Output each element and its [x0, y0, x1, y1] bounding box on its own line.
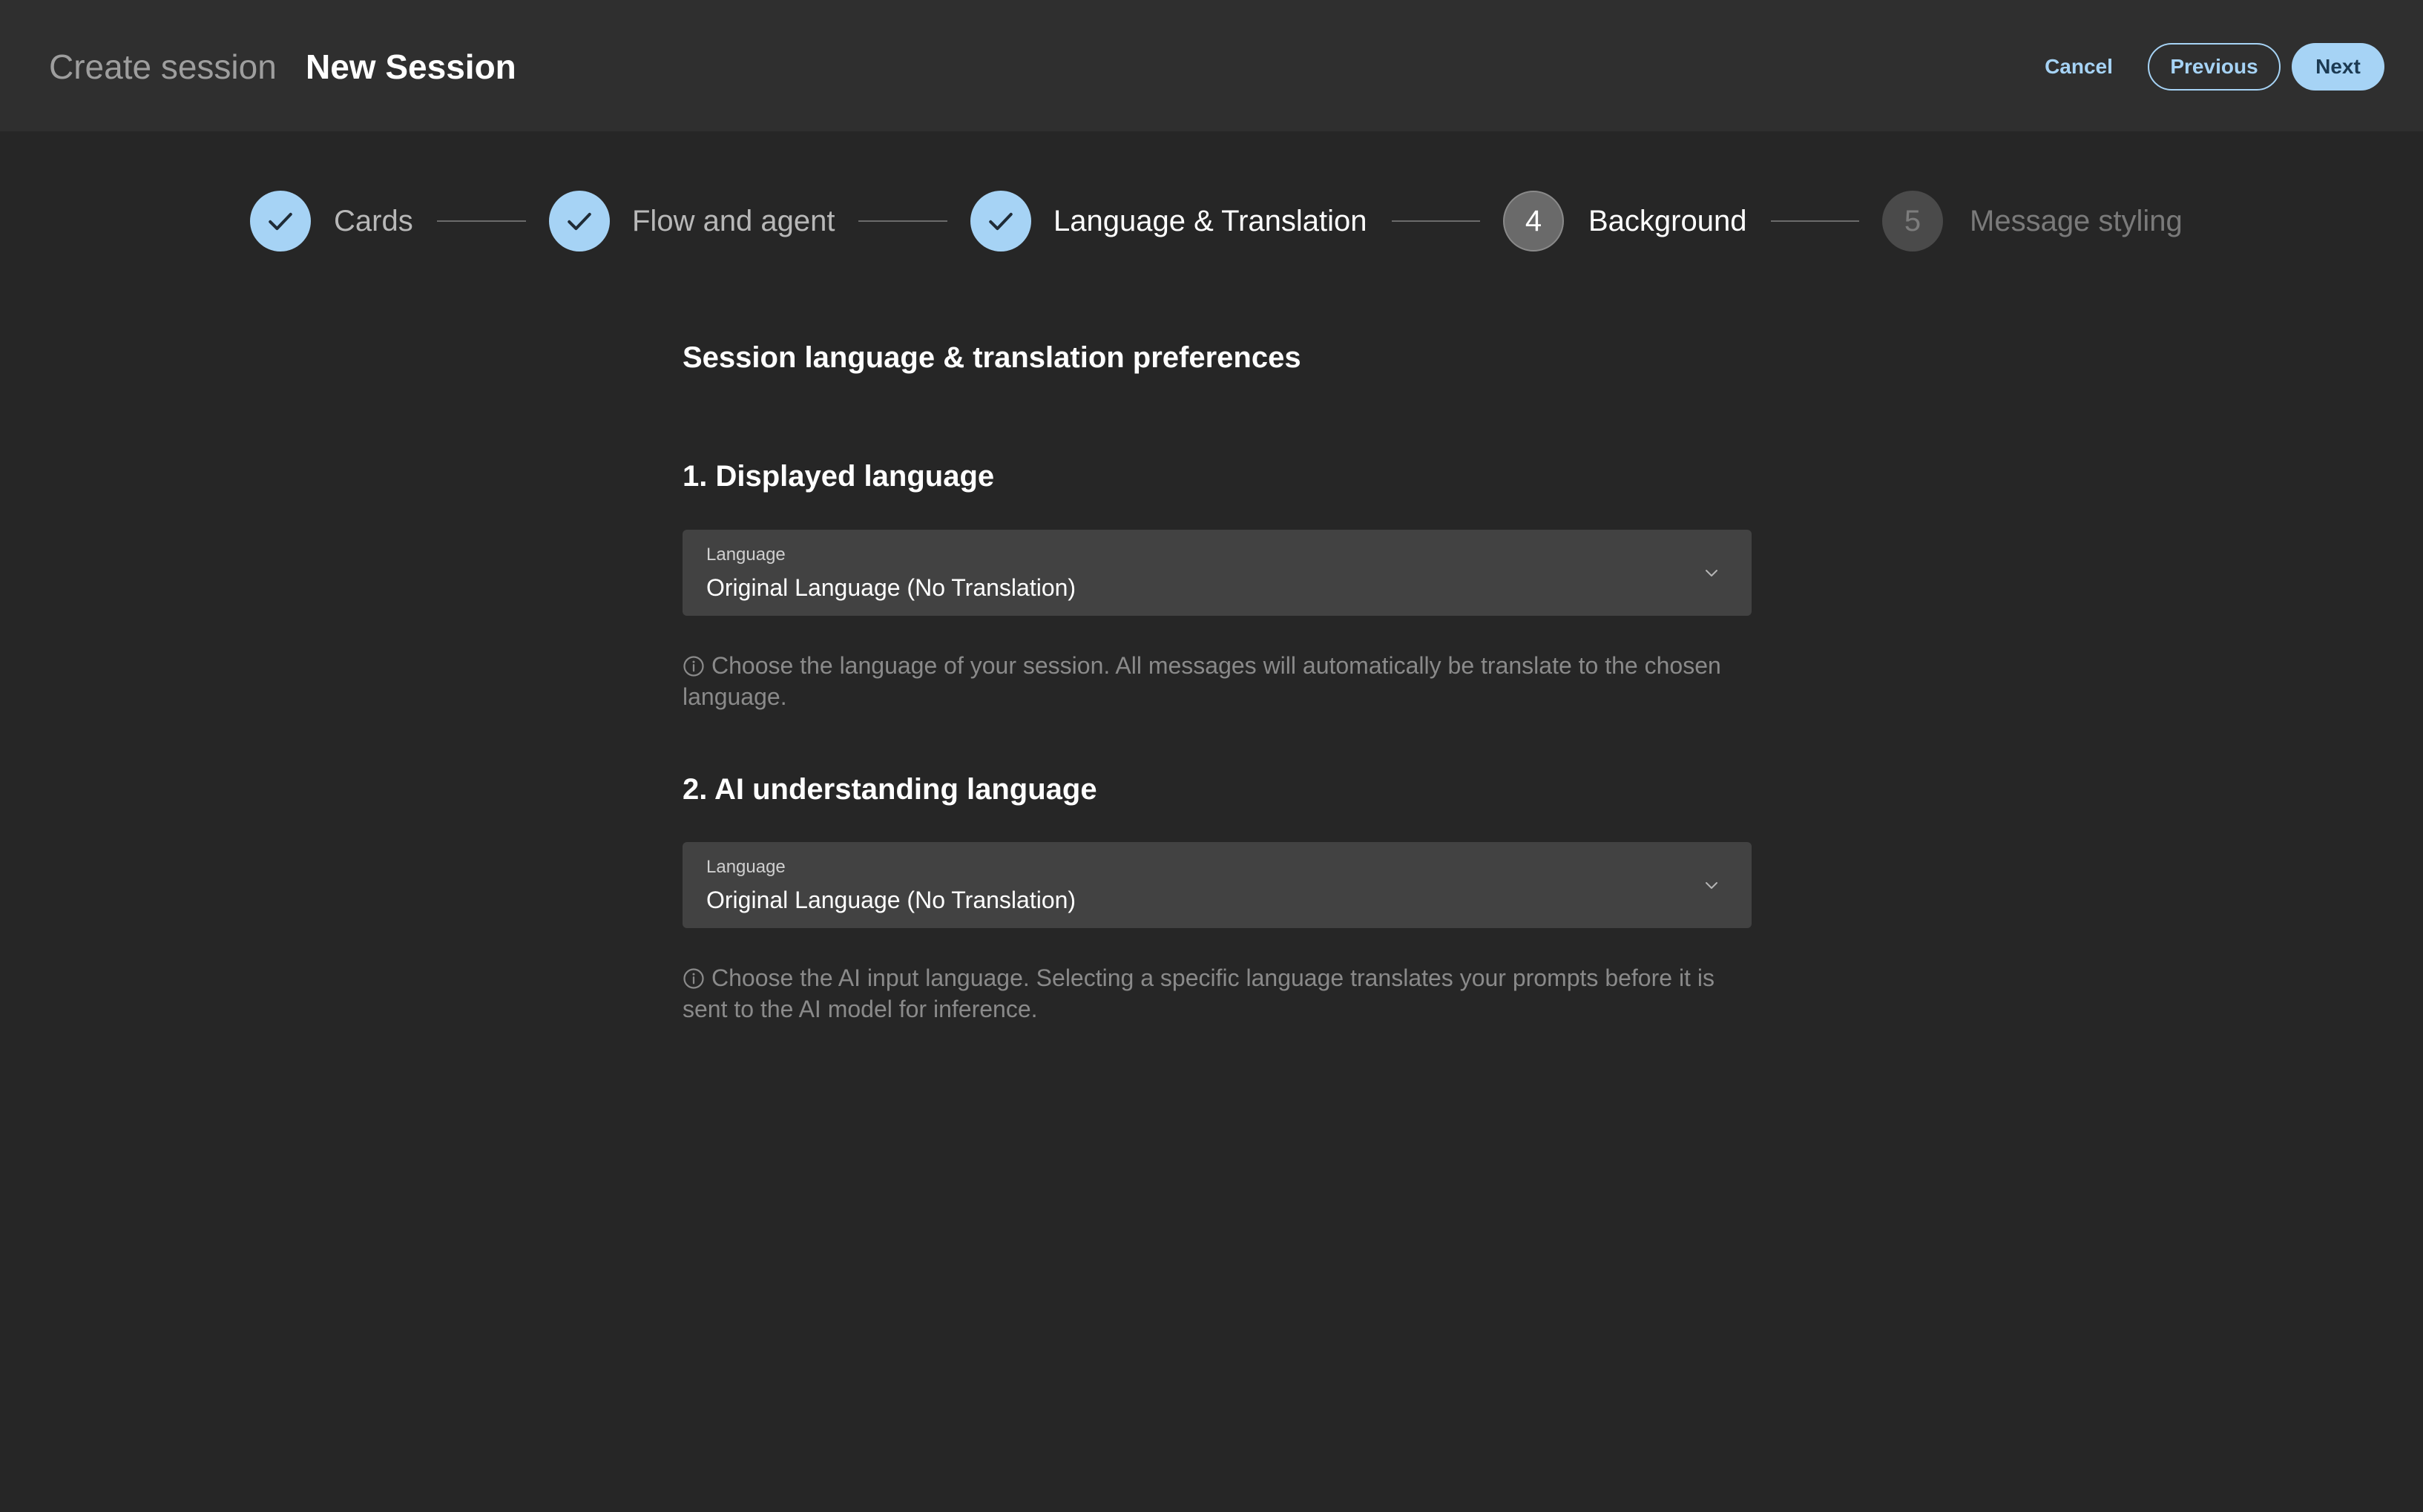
step-1-complete-icon — [250, 191, 311, 252]
page-title: New Session — [306, 47, 516, 86]
displayed-language-value: Original Language (No Translation) — [706, 574, 1076, 601]
step-connector — [1771, 220, 1859, 222]
breadcrumb-parent[interactable]: Create session — [49, 46, 277, 88]
ai-language-heading: 2. AI understanding language — [683, 773, 1097, 806]
displayed-language-helper-text: Choose the language of your session. All… — [683, 652, 1721, 710]
cancel-button[interactable]: Cancel — [2025, 43, 2132, 91]
chevron-down-icon — [1706, 570, 1717, 576]
step-5-label[interactable]: Message styling — [1970, 203, 2183, 239]
displayed-language-heading: 1. Displayed language — [683, 460, 995, 493]
step-connector — [437, 220, 526, 222]
top-bar: Create session New Session Cancel Previo… — [0, 0, 2423, 131]
step-4-number: 4 — [1503, 191, 1564, 252]
check-icon — [989, 212, 1013, 231]
info-icon — [683, 968, 704, 989]
check-icon — [269, 212, 292, 231]
ai-language-helper: Choose the AI input language. Selecting … — [683, 962, 1752, 1025]
step-3-current-icon — [970, 191, 1031, 252]
displayed-language-label: Language — [706, 545, 786, 565]
section-title: Session language & translation preferenc… — [683, 341, 1301, 374]
step-1-label[interactable]: Cards — [334, 203, 413, 239]
step-connector — [858, 220, 947, 222]
next-button[interactable]: Next — [2292, 43, 2384, 91]
previous-button[interactable]: Previous — [2148, 43, 2281, 91]
step-connector — [1392, 220, 1480, 222]
ai-language-value: Original Language (No Translation) — [706, 887, 1076, 913]
ai-language-label: Language — [706, 857, 786, 877]
displayed-language-helper: Choose the language of your session. All… — [683, 650, 1752, 712]
step-5-number: 5 — [1882, 191, 1943, 252]
chevron-down-icon — [1706, 882, 1717, 889]
ai-language-select[interactable]: Language Original Language (No Translati… — [683, 842, 1752, 928]
step-2-label[interactable]: Flow and agent — [632, 203, 835, 239]
ai-language-helper-text: Choose the AI input language. Selecting … — [683, 964, 1714, 1022]
check-icon — [568, 212, 591, 231]
displayed-language-select[interactable]: Language Original Language (No Translati… — [683, 530, 1752, 616]
step-2-complete-icon — [549, 191, 610, 252]
info-icon — [683, 656, 704, 677]
step-3-label[interactable]: Language & Translation — [1053, 203, 1367, 239]
step-4-label[interactable]: Background — [1588, 203, 1746, 239]
